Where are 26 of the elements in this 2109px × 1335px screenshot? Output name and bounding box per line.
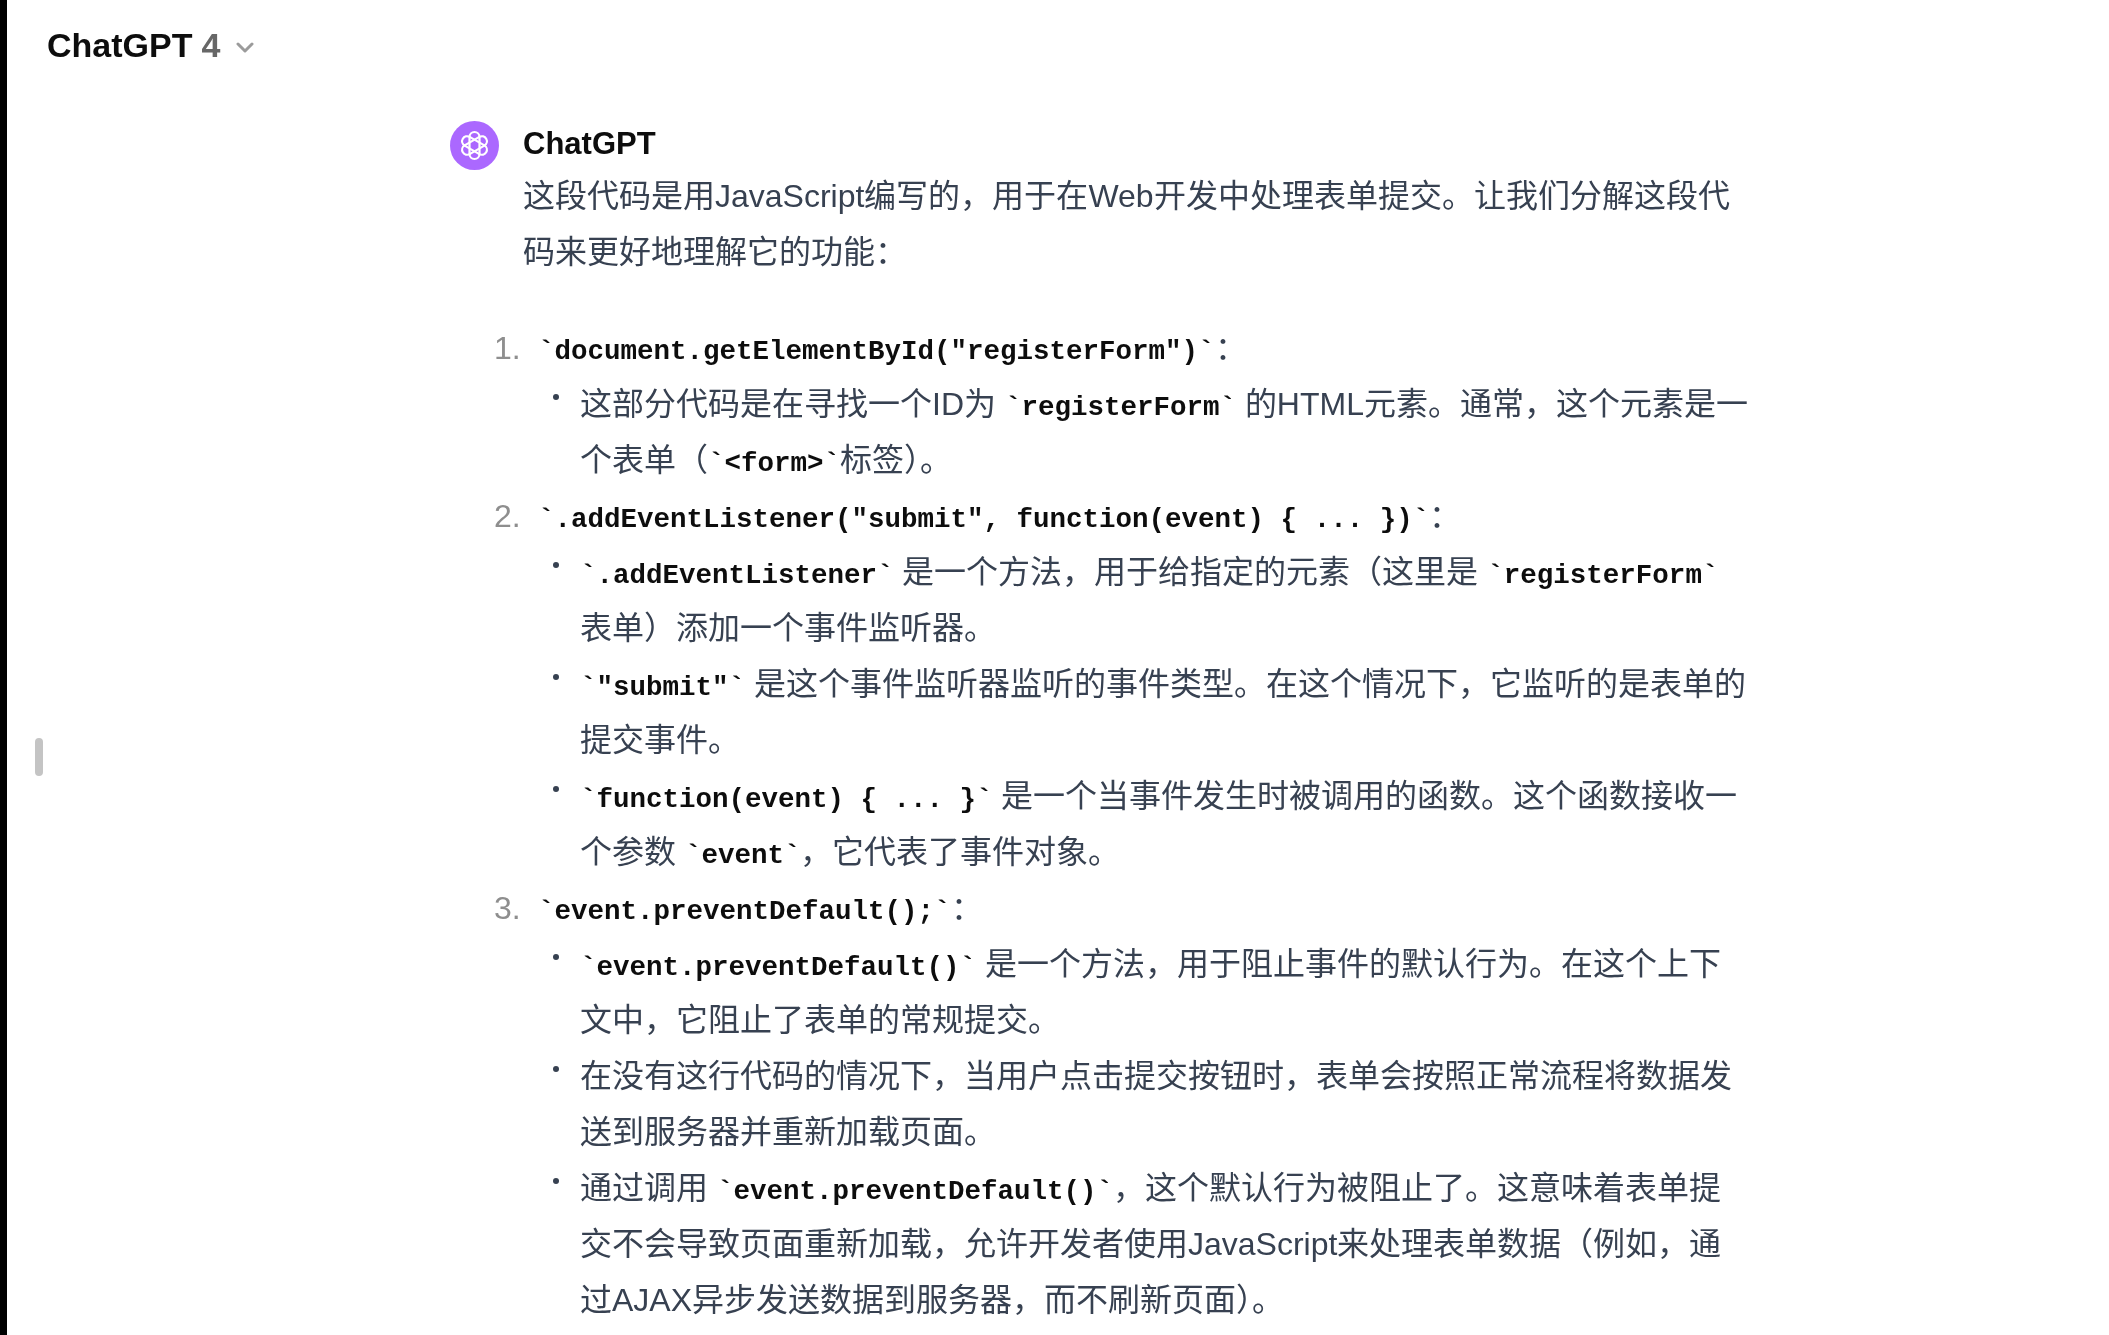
bullet-icon (553, 953, 559, 960)
chevron-down-icon (236, 41, 255, 53)
bullet-icon (553, 785, 559, 792)
sidebar-resize-handle[interactable] (35, 738, 43, 776)
list-item-title: `.addEventListener("submit", function(event) { ... })`： (538, 496, 1463, 537)
bullet-text: `event.preventDefault()` 是一个方法，用于阻止事件的默认行为。在这个上下文中，它阻止了表单的常规提交。 (580, 944, 1722, 1040)
avatar-logo-icon (450, 120, 499, 170)
bullet-text: `function(event) { ... }` 是一个当事件发生时被调用的函数。这个函数接收一个参数 `event`，它代表了事件对象。 (580, 776, 1739, 873)
bullet-text: 这部分代码是在寻找一个ID为 `registerForm` 的HTML元素。通常，这个元素是一个表单（`<form>`标签）。 (580, 384, 1749, 481)
bullet-text: `"submit"` 是这个事件监听器监听的事件类型。在这个情况下，它监听的是表单的提交事件。 (580, 664, 1747, 760)
author-name: ChatGPT (523, 124, 657, 163)
model-selector-button[interactable]: ChatGPT 4 (39, 25, 263, 66)
bullet-icon (553, 1177, 559, 1184)
list-number: 2. (494, 496, 522, 536)
bullet-icon (553, 673, 559, 680)
message-text: 这段代码是用JavaScript编写的，用于在Web开发中处理表单提交。让我们分解这段代码来更好地理解它的功能： (523, 176, 1731, 272)
bullet-icon (553, 561, 559, 568)
list-number: 1. (494, 328, 522, 368)
bullet-text: 通过调用 `event.preventDefault()`，这个默认行为被阻止了。这意味着表单提交不会导致页面重新加载，允许开发者使用JavaScript来处理表单数据（例如，通过AJAX异步发送数据到服务器，而不刷新页面）。 (580, 1168, 1723, 1320)
list-item-title: `document.getElementById("registerForm")`： (538, 328, 1248, 369)
bullet-text: `.addEventListener` 是一个方法，用于给指定的元素（这里是 `registerForm` 表单）添加一个事件监听器。 (580, 552, 1720, 648)
bullet-icon (553, 1065, 559, 1072)
bullet-icon (553, 393, 559, 400)
list-number: 3. (494, 888, 522, 928)
bullet-text: 在没有这行代码的情况下，当用户点击提交按钮时，表单会按照正常流程将数据发送到服务器并重新加载页面。 (580, 1056, 1733, 1152)
list-item-title: `event.preventDefault();`： (538, 888, 984, 929)
